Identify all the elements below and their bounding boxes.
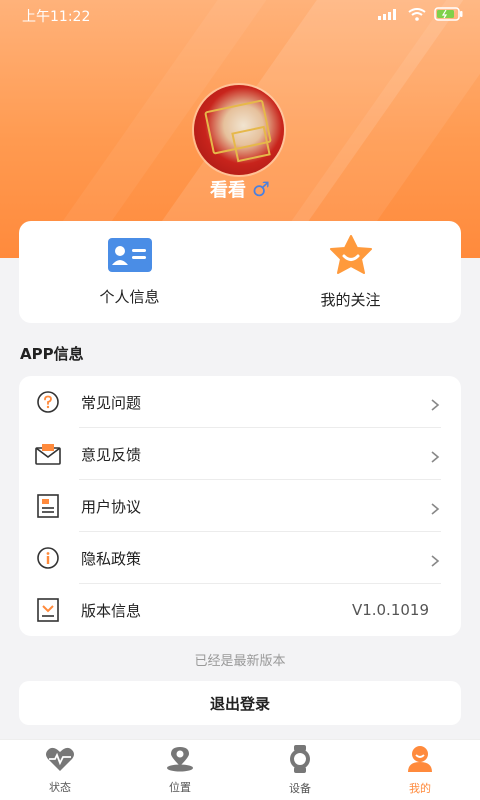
my-follows-label: 我的关注 [320,290,381,309]
tab-location-label: 位置 [169,780,191,794]
heart-pulse-icon [45,746,75,776]
logout-button[interactable]: 退出登录 [19,681,461,725]
tab-mine-label: 我的 [409,781,431,795]
chevron-right-icon [429,552,441,567]
section-title-app-info: APP信息 [20,345,84,363]
avatar[interactable] [194,85,284,175]
envelope-icon [35,441,61,467]
watch-icon [287,744,313,777]
user-agreement-label: 用户协议 [81,497,142,516]
tab-status[interactable]: 状态 [0,740,120,800]
faq-item[interactable]: 常见问题 [19,376,461,428]
bottom-tab-bar: 状态 位置 设备 我的 [0,739,480,800]
chevron-right-icon [429,396,441,411]
chevron-right-icon [429,500,441,515]
user-agreement-item[interactable]: 用户协议 [19,480,461,532]
user-name-row: 看看 ♂ [0,176,480,202]
id-card-icon [107,237,152,276]
battery-icon [434,7,464,25]
personal-info-label: 个人信息 [99,287,160,306]
gender-male-icon: ♂ [252,177,270,201]
version-info-item[interactable]: 版本信息 V1.0.1019 [19,584,461,636]
download-icon [35,597,61,623]
privacy-policy-item[interactable]: 隐私政策 [19,532,461,584]
faq-label: 常见问题 [81,393,142,412]
location-pin-icon [165,746,195,776]
user-icon [406,745,434,777]
wifi-icon [408,7,426,25]
tab-device[interactable]: 设备 [240,740,360,800]
signal-icon [378,8,400,24]
quick-actions-card: 个人信息 我的关注 [19,221,461,323]
chevron-right-icon [429,448,441,463]
tab-mine[interactable]: 我的 [360,740,480,800]
tab-status-label: 状态 [49,780,71,794]
version-info-label: 版本信息 [81,601,142,620]
document-icon [35,493,61,519]
version-value: V1.0.1019 [351,601,429,619]
user-name: 看看 [210,180,247,201]
status-time: 上午11:22 [22,9,91,25]
tab-device-label: 设备 [289,781,311,795]
star-icon [328,234,374,279]
tab-location[interactable]: 位置 [120,740,240,800]
my-follows-button[interactable]: 我的关注 [240,221,461,323]
info-shield-icon [35,545,61,571]
feedback-label: 意见反馈 [81,445,142,464]
question-icon [35,389,61,415]
feedback-item[interactable]: 意见反馈 [19,428,461,480]
personal-info-button[interactable]: 个人信息 [19,221,240,323]
privacy-policy-label: 隐私政策 [81,549,142,568]
version-hint: 已经是最新版本 [194,654,286,669]
app-info-list: 常见问题 意见反馈 用户协议 隐私政策 版本信息 V1.0.1019 [19,376,461,636]
status-bar: 上午11:22 [0,0,480,32]
